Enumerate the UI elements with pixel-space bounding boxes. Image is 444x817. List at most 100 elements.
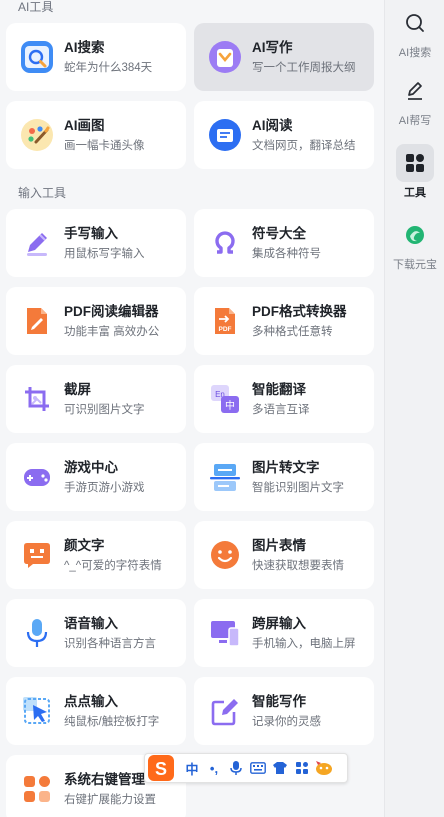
card-subtitle: 纯鼠标/触控板打字 <box>64 715 160 728</box>
sidebar-label: 下载元宝 <box>393 259 437 271</box>
kaomoji-icon <box>20 538 54 572</box>
card-subtitle: 快速获取想要表情 <box>252 559 344 572</box>
edit-note-icon <box>208 694 242 728</box>
card-symbols[interactable]: 符号大全集成各种符号 <box>194 209 374 277</box>
image-to-text-icon <box>208 460 242 494</box>
card-title: AI搜索 <box>64 39 105 55</box>
card-title: PDF格式转换器 <box>252 303 347 319</box>
card-stickers[interactable]: 图片表情快速获取想要表情 <box>194 521 374 589</box>
card-subtitle: 多种格式任意转 <box>252 325 333 338</box>
pdf-convert-icon: PDF <box>208 304 242 338</box>
sidebar-label: 工具 <box>404 187 426 199</box>
card-title: 符号大全 <box>252 225 306 241</box>
card-translate[interactable]: En 中 智能翻译多语言互译 <box>194 365 374 433</box>
search-icon <box>396 4 434 42</box>
ime-toolbox-icon[interactable] <box>291 757 313 779</box>
card-title: PDF阅读编辑器 <box>64 303 159 319</box>
sidebar-label: AI帮写 <box>398 115 432 127</box>
ime-mode-toggle[interactable]: 中 <box>181 757 203 779</box>
card-title: AI阅读 <box>252 117 293 133</box>
card-pdf-editor[interactable]: PDF阅读编辑器 功能丰富 高效办公 <box>6 287 186 355</box>
card-title: 截屏 <box>64 381 91 397</box>
section-title-ai-tools: AI工具 <box>18 0 54 14</box>
card-title: AI画图 <box>64 117 105 133</box>
ai-draw-icon <box>20 118 54 152</box>
omega-icon <box>208 226 242 260</box>
ai-write-icon <box>208 40 242 74</box>
ai-read-icon <box>208 118 242 152</box>
card-subtitle: 记录你的灵感 <box>252 715 321 728</box>
card-crossscreen[interactable]: 跨屏输入手机输入，电脑上屏 <box>194 599 374 667</box>
svg-text:PDF: PDF <box>219 326 232 333</box>
sidebar-item-ai-search[interactable]: AI搜索 <box>385 4 444 60</box>
gamepad-icon <box>20 460 54 494</box>
card-ai-write[interactable]: AI写作写一个工作周报大纲 <box>194 23 374 91</box>
sogou-logo-icon[interactable]: S <box>147 754 175 782</box>
pen-icon <box>20 226 54 260</box>
card-title: 语音输入 <box>64 615 118 631</box>
card-subtitle: 右键扩展能力设置 <box>64 793 156 806</box>
svg-text:中: 中 <box>225 399 235 412</box>
card-title: 图片转文字 <box>252 459 320 475</box>
card-title: 跨屏输入 <box>252 615 306 631</box>
ime-keyboard-icon[interactable] <box>247 757 269 779</box>
smiley-icon <box>208 538 242 572</box>
ime-punctuation-toggle[interactable]: •, <box>203 757 225 779</box>
card-screenshot[interactable]: 截屏 可识别图片文字 <box>6 365 186 433</box>
grid-apps-icon <box>20 772 54 806</box>
card-title: 智能翻译 <box>252 381 306 397</box>
card-subtitle: 用鼠标写字输入 <box>64 247 145 260</box>
ime-voice-icon[interactable] <box>225 757 247 779</box>
cursor-click-icon <box>20 694 54 728</box>
card-subtitle: 文档网页，翻译总结 <box>252 139 356 152</box>
screenshot-icon <box>20 382 54 416</box>
sidebar-label: AI搜索 <box>398 47 432 59</box>
cross-screen-icon <box>208 616 242 650</box>
ime-mascot-icon[interactable] <box>313 757 335 779</box>
card-subtitle: 识别各种语言方言 <box>64 637 156 650</box>
card-title: 颜文字 <box>64 537 105 553</box>
ai-search-icon <box>20 40 54 74</box>
card-subtitle: 可识别图片文字 <box>64 403 145 416</box>
card-title: 图片表情 <box>252 537 306 553</box>
card-voice[interactable]: 语音输入识别各种语言方言 <box>6 599 186 667</box>
card-pdf-convert[interactable]: PDF PDF格式转换器 多种格式任意转 <box>194 287 374 355</box>
card-smartwrite[interactable]: 智能写作记录你的灵感 <box>194 677 374 745</box>
card-handwrite[interactable]: 手写输入用鼠标写字输入 <box>6 209 186 277</box>
tools-grid-icon <box>396 144 434 182</box>
sidebar-item-download-yuanbao[interactable]: 下载元宝 <box>385 216 444 272</box>
svg-text:S: S <box>155 759 167 779</box>
card-img2text[interactable]: 图片转文字智能识别图片文字 <box>194 443 374 511</box>
card-subtitle: ^_^可爱的字符表情 <box>64 559 162 572</box>
card-kaomoji[interactable]: 颜文字 ^_^可爱的字符表情 <box>6 521 186 589</box>
sidebar-item-tools[interactable]: 工具 <box>385 144 444 200</box>
card-subtitle: 手机输入，电脑上屏 <box>252 637 356 650</box>
card-games[interactable]: 游戏中心手游页游小游戏 <box>6 443 186 511</box>
ime-toolbar[interactable]: S 中 •, <box>144 753 348 783</box>
card-title: 手写输入 <box>64 225 118 241</box>
microphone-icon <box>20 616 54 650</box>
card-title: 智能写作 <box>252 693 306 709</box>
card-subtitle: 智能识别图片文字 <box>252 481 344 494</box>
card-subtitle: 功能丰富 高效办公 <box>64 325 160 338</box>
sidebar-item-ai-help[interactable]: AI帮写 <box>385 72 444 128</box>
card-ai-read[interactable]: AI阅读文档网页，翻译总结 <box>194 101 374 169</box>
card-subtitle: 写一个工作周报大纲 <box>252 61 356 74</box>
card-title: 游戏中心 <box>64 459 118 475</box>
card-subtitle: 集成各种符号 <box>252 247 321 260</box>
ime-skin-icon[interactable] <box>269 757 291 779</box>
card-title: AI写作 <box>252 39 293 55</box>
card-subtitle: 画一幅卡通头像 <box>64 139 145 152</box>
card-subtitle: 手游页游小游戏 <box>64 481 145 494</box>
pdf-edit-icon <box>20 304 54 338</box>
yuanbao-logo-icon <box>396 216 434 254</box>
translate-icon: En 中 <box>208 382 242 416</box>
card-title: 点点输入 <box>64 693 118 709</box>
card-ai-search[interactable]: AI搜索蛇年为什么384天 <box>6 23 186 91</box>
right-sidebar: AI搜索 AI帮写 工具 下载元宝 <box>384 0 444 817</box>
card-clickinput[interactable]: 点点输入纯鼠标/触控板打字 <box>6 677 186 745</box>
main-panel: AI工具 AI搜索蛇年为什么384天 AI写作写一个工作周报大纲 AI画图画一幅… <box>0 0 384 817</box>
card-ai-draw[interactable]: AI画图画一幅卡通头像 <box>6 101 186 169</box>
card-subtitle: 蛇年为什么384天 <box>64 61 153 74</box>
card-subtitle: 多语言互译 <box>252 403 310 416</box>
